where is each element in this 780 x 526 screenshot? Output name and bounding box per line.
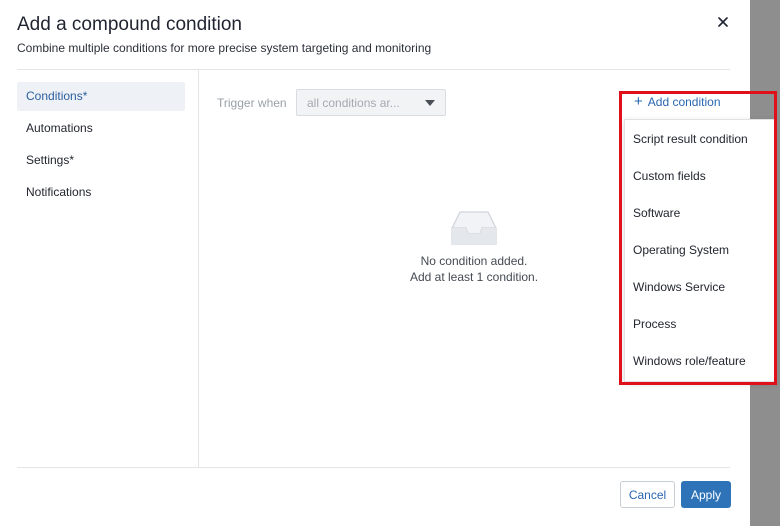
nav-item-conditions[interactable]: Conditions* bbox=[17, 82, 185, 111]
close-icon bbox=[718, 17, 728, 27]
menu-item-operating-system[interactable]: Operating System bbox=[625, 232, 774, 269]
plus-icon: + bbox=[634, 93, 643, 110]
caret-down-icon bbox=[425, 99, 435, 106]
empty-state-line-2: Add at least 1 condition. bbox=[409, 270, 539, 284]
nav-item-notifications[interactable]: Notifications bbox=[17, 178, 185, 207]
footer-divider bbox=[17, 467, 730, 468]
trigger-select-value: all conditions ar... bbox=[307, 95, 400, 110]
empty-state-text: No condition added. Add at least 1 condi… bbox=[374, 253, 574, 285]
inbox-icon bbox=[451, 211, 497, 245]
menu-item-custom-fields[interactable]: Custom fields bbox=[625, 158, 774, 195]
trigger-label: Trigger when bbox=[217, 96, 287, 110]
nav-item-automations[interactable]: Automations bbox=[17, 114, 185, 143]
nav-divider bbox=[198, 70, 199, 468]
apply-button[interactable]: Apply bbox=[681, 481, 731, 508]
add-condition-label: Add condition bbox=[647, 95, 721, 109]
compound-condition-dialog: Add a compound condition Combine multipl… bbox=[0, 0, 777, 526]
condition-type-menu: Script result condition Custom fields So… bbox=[624, 119, 775, 382]
header-divider bbox=[17, 69, 730, 70]
menu-item-process[interactable]: Process bbox=[625, 306, 774, 343]
menu-item-software[interactable]: Software bbox=[625, 195, 774, 232]
menu-item-windows-role-feature[interactable]: Windows role/feature bbox=[625, 343, 774, 380]
nav-item-settings[interactable]: Settings* bbox=[17, 146, 185, 175]
menu-item-script-result-condition[interactable]: Script result condition bbox=[625, 121, 774, 158]
dialog-subtitle: Combine multiple conditions for more pre… bbox=[17, 41, 432, 55]
empty-state-line-1: No condition added. bbox=[420, 254, 528, 268]
add-condition-button[interactable]: + Add condition bbox=[634, 93, 721, 110]
cancel-button[interactable]: Cancel bbox=[620, 481, 675, 508]
menu-item-windows-service[interactable]: Windows Service bbox=[625, 269, 774, 306]
trigger-select[interactable]: all conditions ar... bbox=[296, 89, 446, 116]
close-button[interactable] bbox=[712, 11, 734, 33]
sidebar-nav: Conditions* Automations Settings* Notifi… bbox=[17, 82, 185, 210]
dialog-title: Add a compound condition bbox=[17, 14, 242, 35]
